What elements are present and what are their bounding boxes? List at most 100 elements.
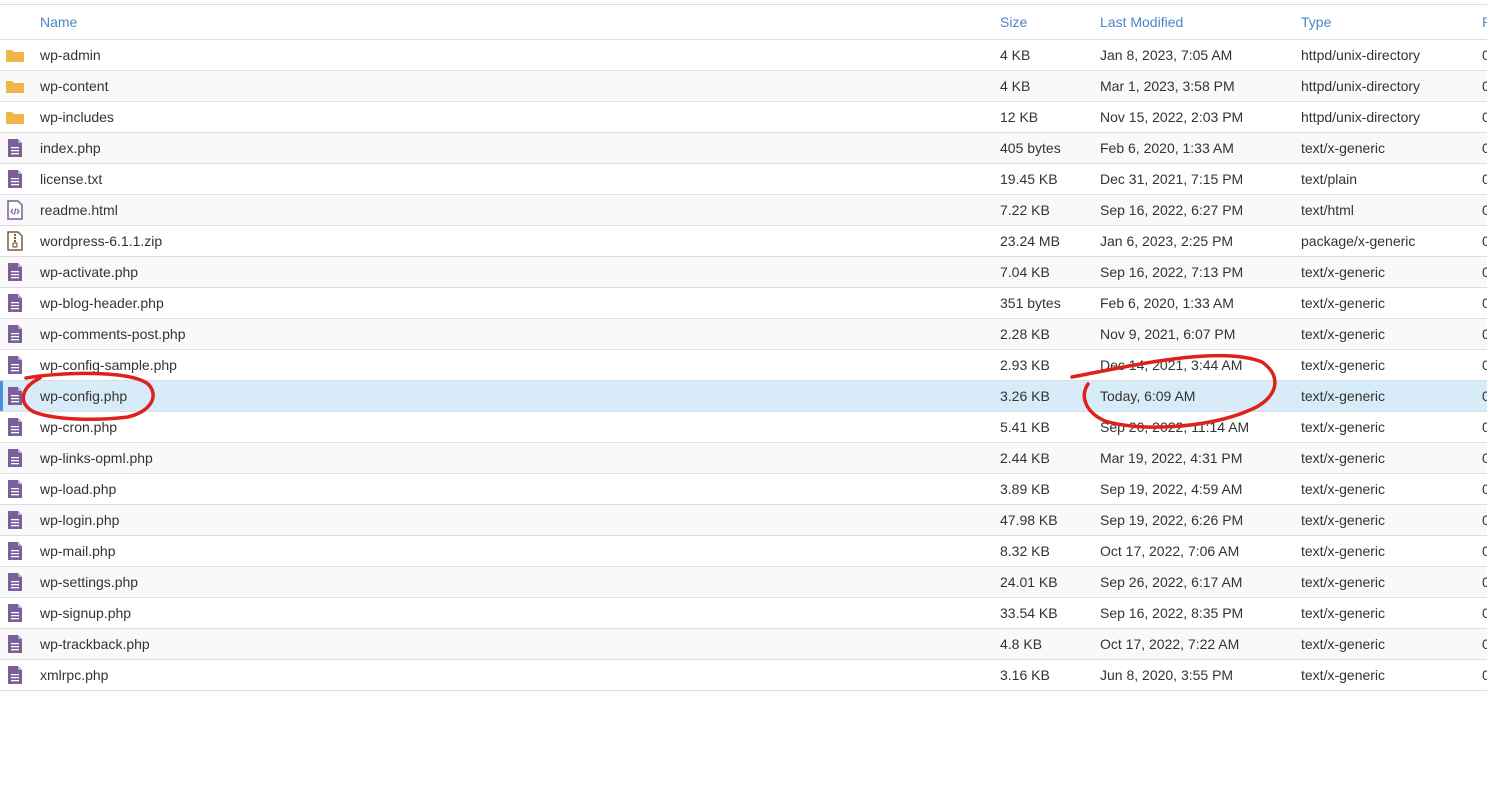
folder-icon [4,102,26,132]
table-row[interactable]: wp-load.php 3.89 KB Sep 19, 2022, 4:59 AM t… [0,474,1487,505]
file-type: text/x-generic [1301,264,1386,280]
text-file-icon [4,319,26,349]
file-name[interactable]: wordpress-6.1.1.zip [40,226,980,256]
file-last-modified: Sep 19, 2022, 6:26 PM [1100,512,1244,528]
file-size: 4 KB [1000,78,1031,94]
file-name[interactable]: wp-blog-header.php [40,288,980,318]
file-permissions: 0 [1482,574,1487,590]
table-row[interactable]: wp-comments-post.php 2.28 KB Nov 9, 2021, … [0,319,1487,350]
table-row[interactable]: license.txt 19.45 KB Dec 31, 2021, 7:15 PM… [0,164,1487,195]
file-size: 7.04 KB [1000,264,1050,280]
file-size: 7.22 KB [1000,202,1050,218]
file-permissions: 0 [1482,667,1487,683]
file-name[interactable]: wp-load.php [40,474,980,504]
table-row[interactable]: wordpress-6.1.1.zip 23.24 MB Jan 6, 2023, … [0,226,1487,257]
file-name[interactable]: wp-content [40,71,980,101]
file-permissions: 0 [1482,47,1487,63]
file-permissions: 0 [1482,202,1487,218]
file-last-modified: Sep 16, 2022, 6:27 PM [1100,202,1244,218]
text-file-icon [4,660,26,690]
file-name[interactable]: xmlrpc.php [40,660,980,690]
text-file-icon [4,381,26,411]
text-file-icon [4,412,26,442]
text-file-icon [4,350,26,380]
file-permissions: 0 [1482,605,1487,621]
table-row[interactable]: wp-trackback.php 4.8 KB Oct 17, 2022, 7:22… [0,629,1487,660]
file-type: text/x-generic [1301,574,1386,590]
table-row[interactable]: wp-content 4 KB Mar 1, 2023, 3:58 PM httpd/… [0,71,1487,102]
table-row[interactable]: index.php 405 bytes Feb 6, 2020, 1:33 AM te… [0,133,1487,164]
table-row[interactable]: wp-cron.php 5.41 KB Sep 20, 2022, 11:14 AM… [0,412,1487,443]
folder-icon [4,40,26,70]
table-row[interactable]: wp-login.php 47.98 KB Sep 19, 2022, 6:26 P… [0,505,1487,536]
file-type: package/x-generic [1301,233,1416,249]
table-row[interactable]: wp-signup.php 33.54 KB Sep 16, 2022, 8:35 … [0,598,1487,629]
file-name[interactable]: readme.html [40,195,980,225]
table-row[interactable]: wp-settings.php 24.01 KB Sep 26, 2022, 6:1… [0,567,1487,598]
file-type: text/x-generic [1301,481,1386,497]
file-name[interactable]: index.php [40,133,980,163]
zip-file-icon [4,226,26,256]
file-name[interactable]: wp-mail.php [40,536,980,566]
file-size: 12 KB [1000,109,1039,125]
file-size: 3.26 KB [1000,388,1050,404]
file-name[interactable]: wp-activate.php [40,257,980,287]
text-file-icon [4,474,26,504]
file-type: text/x-generic [1301,512,1386,528]
text-file-icon [4,133,26,163]
column-header-last-modified[interactable]: Last Modified [1100,5,1295,39]
table-row[interactable]: wp-activate.php 7.04 KB Sep 16, 2022, 7:13… [0,257,1487,288]
table-row[interactable]: wp-blog-header.php 351 bytes Feb 6, 2020, … [0,288,1487,319]
text-file-icon [4,257,26,287]
table-header: Name Size Last Modified Type P [0,5,1487,40]
text-file-icon [4,164,26,194]
file-size: 5.41 KB [1000,419,1050,435]
file-type: httpd/unix-directory [1301,109,1421,125]
file-name[interactable]: wp-trackback.php [40,629,980,659]
table-row[interactable]: wp-admin 4 KB Jan 8, 2023, 7:05 AM httpd/un… [0,40,1487,71]
table-row[interactable]: readme.html 7.22 KB Sep 16, 2022, 6:27 PM t… [0,195,1487,226]
html-file-icon [4,195,26,225]
file-size: 19.45 KB [1000,171,1058,187]
file-size: 351 bytes [1000,295,1061,311]
file-last-modified: Jan 8, 2023, 7:05 AM [1100,47,1233,63]
file-type: text/x-generic [1301,295,1386,311]
table-row[interactable]: wp-mail.php 8.32 KB Oct 17, 2022, 7:06 AM t… [0,536,1487,567]
file-last-modified: Sep 16, 2022, 8:35 PM [1100,605,1244,621]
table-row[interactable]: wp-includes 12 KB Nov 15, 2022, 2:03 PM htt… [0,102,1487,133]
file-name[interactable]: wp-config.php [40,381,980,411]
column-header-size[interactable]: Size [1000,5,1090,39]
file-last-modified: Sep 20, 2022, 11:14 AM [1100,419,1250,435]
file-last-modified: Sep 16, 2022, 7:13 PM [1100,264,1244,280]
file-table: Name Size Last Modified Type P wp-admin 4… [0,4,1487,691]
file-permissions: 0 [1482,233,1487,249]
text-file-icon [4,288,26,318]
file-name[interactable]: wp-settings.php [40,567,980,597]
column-header-permissions[interactable]: P [1482,5,1487,39]
table-row[interactable]: xmlrpc.php 3.16 KB Jun 8, 2020, 3:55 PM tex… [0,660,1487,691]
column-header-type[interactable]: Type [1301,5,1471,39]
file-name[interactable]: wp-links-opml.php [40,443,980,473]
selection-indicator [0,381,3,411]
file-name[interactable]: wp-cron.php [40,412,980,442]
table-row[interactable]: wp-links-opml.php 2.44 KB Mar 19, 2022, 4:… [0,443,1487,474]
file-name[interactable]: wp-config-sample.php [40,350,980,380]
file-type: text/x-generic [1301,636,1386,652]
table-row[interactable]: wp-config.php 3.26 KB Today, 6:09 AM text/x… [0,381,1487,412]
file-permissions: 0 [1482,481,1487,497]
file-name[interactable]: wp-includes [40,102,980,132]
file-type: text/x-generic [1301,140,1386,156]
file-name[interactable]: wp-admin [40,40,980,70]
file-last-modified: Feb 6, 2020, 1:33 AM [1100,295,1234,311]
file-type: httpd/unix-directory [1301,78,1421,94]
file-type: text/x-generic [1301,388,1386,404]
file-size: 3.16 KB [1000,667,1050,683]
file-name[interactable]: wp-signup.php [40,598,980,628]
file-size: 405 bytes [1000,140,1061,156]
file-name[interactable]: wp-login.php [40,505,980,535]
file-name[interactable]: license.txt [40,164,980,194]
file-name[interactable]: wp-comments-post.php [40,319,980,349]
file-permissions: 0 [1482,419,1487,435]
column-header-name[interactable]: Name [40,5,980,39]
table-row[interactable]: wp-config-sample.php 2.93 KB Dec 14, 2021,… [0,350,1487,381]
